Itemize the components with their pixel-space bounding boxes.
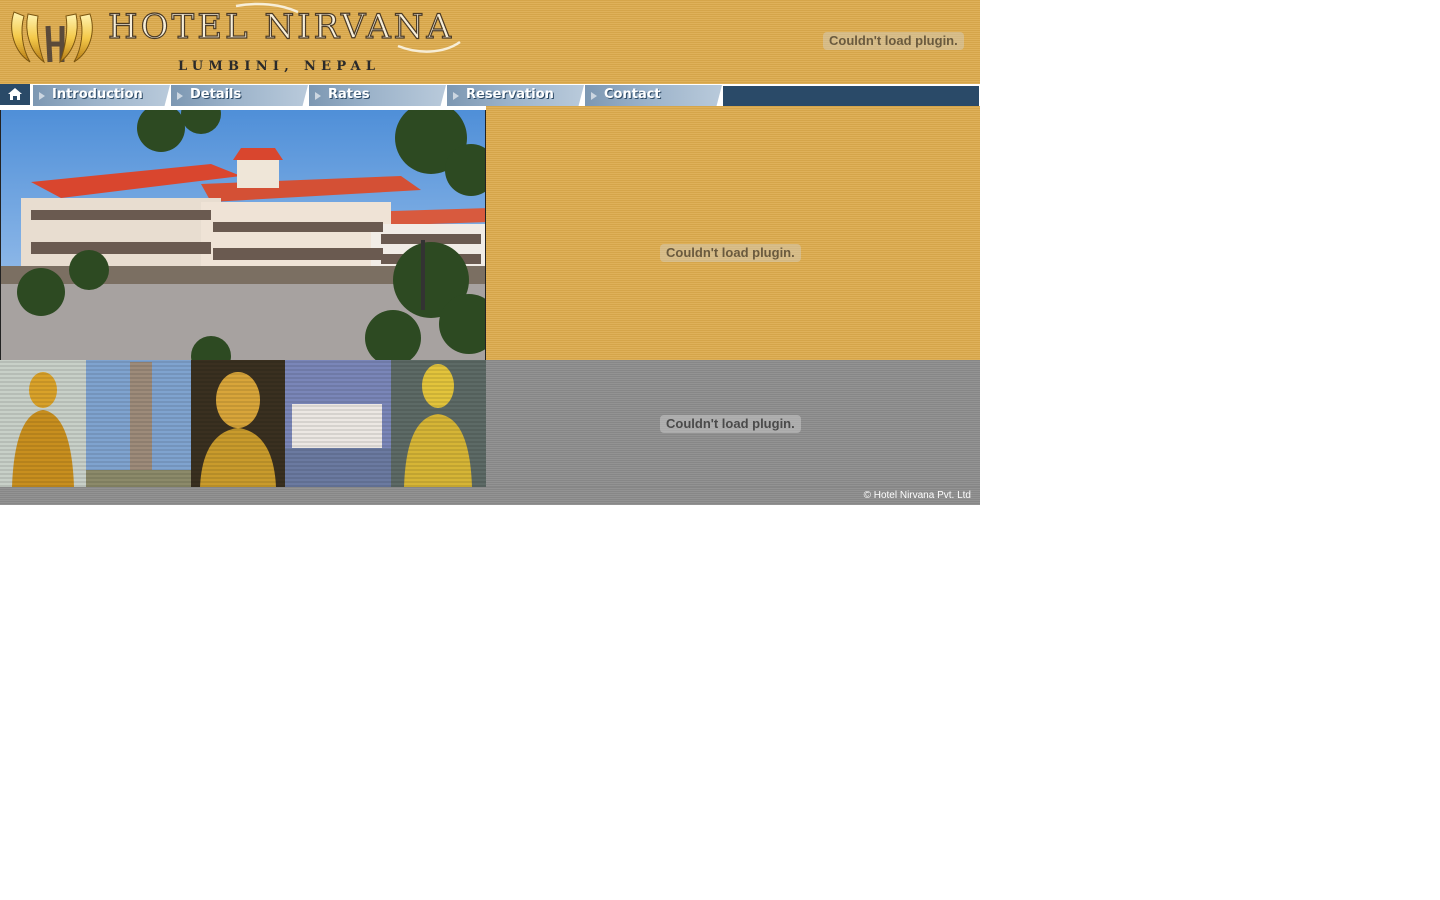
nav-label: Rates (328, 87, 370, 102)
nav-filler-bar (723, 86, 979, 106)
hotel-logo (11, 11, 93, 64)
main-content-gold: Couldn't load plugin. (486, 106, 980, 360)
nav-label: Contact (604, 87, 661, 102)
home-button[interactable] (0, 84, 30, 106)
arrow-right-icon (453, 92, 459, 100)
home-icon (8, 88, 22, 100)
nav-rates[interactable]: Rates (309, 85, 446, 106)
plugin-placeholder-header[interactable]: Couldn't load plugin. (823, 32, 964, 50)
nav-contact[interactable]: Contact (585, 85, 722, 106)
site-container: HOTEL NIRVANA LUMBINI, NEPAL Couldn't lo… (0, 0, 980, 505)
brand-title: HOTEL NIRVANA (108, 2, 461, 53)
plugin-placeholder-secondary[interactable]: Couldn't load plugin. (660, 415, 801, 433)
arrow-right-icon (591, 92, 597, 100)
footer: © Hotel Nirvana Pvt. Ltd (0, 487, 980, 505)
photo-strip (0, 360, 486, 487)
header: HOTEL NIRVANA LUMBINI, NEPAL Couldn't lo… (0, 0, 980, 84)
arrow-right-icon (177, 92, 183, 100)
nav-label: Introduction (52, 87, 143, 102)
arrow-right-icon (39, 92, 45, 100)
nav-introduction[interactable]: Introduction (33, 85, 170, 106)
svg-text:HOTEL NIRVANA: HOTEL NIRVANA (108, 7, 454, 47)
arrow-right-icon (315, 92, 321, 100)
hotel-photo (0, 110, 486, 360)
nav-details[interactable]: Details (171, 85, 308, 106)
main-content-grey: Couldn't load plugin. (486, 360, 980, 488)
brand-subtitle: LUMBINI, NEPAL (178, 59, 381, 74)
nav-label: Details (190, 87, 242, 102)
copyright-text: © Hotel Nirvana Pvt. Ltd (863, 490, 971, 501)
nav-label: Reservation (466, 87, 554, 102)
plugin-placeholder-main[interactable]: Couldn't load plugin. (660, 244, 801, 262)
nav-reservation[interactable]: Reservation (447, 85, 584, 106)
